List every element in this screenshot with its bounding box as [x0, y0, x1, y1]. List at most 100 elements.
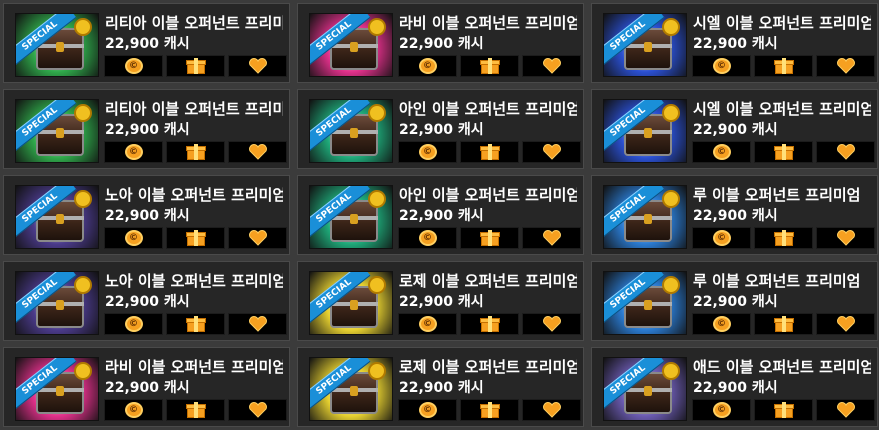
item-card[interactable]: SPECIAL 라비 이블 오퍼넌트 프리미엄 22,900 캐시 ©	[3, 347, 290, 427]
coin-icon: ©	[418, 316, 437, 332]
wish-button[interactable]	[522, 141, 581, 163]
item-thumbnail[interactable]: SPECIAL	[15, 99, 99, 163]
item-price: 22,900 캐시	[105, 122, 190, 138]
wish-button[interactable]	[522, 55, 581, 77]
item-card[interactable]: SPECIAL 애드 이블 오퍼넌트 프리미엄 22,900 캐시 ©	[591, 347, 878, 427]
item-title[interactable]: 리티아 이블 오퍼넌트 프리미엄	[105, 13, 283, 33]
wish-button[interactable]	[816, 313, 875, 335]
buy-button[interactable]: ©	[398, 141, 457, 163]
item-thumbnail[interactable]: SPECIAL	[309, 185, 393, 249]
item-card[interactable]: SPECIAL 노아 이블 오퍼넌트 프리미엄 22,900 캐시 ©	[3, 261, 290, 341]
item-card[interactable]: SPECIAL 노아 이블 오퍼넌트 프리미엄 22,900 캐시 ©	[3, 175, 290, 255]
gift-button[interactable]	[460, 399, 519, 421]
item-title[interactable]: 라비 이블 오퍼넌트 프리미엄	[399, 13, 577, 33]
gift-button[interactable]	[754, 55, 813, 77]
buy-button[interactable]: ©	[398, 399, 457, 421]
wish-button[interactable]	[228, 313, 287, 335]
gift-button[interactable]	[166, 227, 225, 249]
item-thumbnail[interactable]: SPECIAL	[15, 271, 99, 335]
item-thumbnail[interactable]: SPECIAL	[15, 357, 99, 421]
item-card[interactable]: SPECIAL 리티아 이블 오퍼넌트 프리미엄 22,900 캐시 ©	[3, 89, 290, 169]
item-card[interactable]: SPECIAL 아인 이블 오퍼넌트 프리미엄 22,900 캐시 ©	[297, 175, 584, 255]
item-card[interactable]: SPECIAL 라비 이블 오퍼넌트 프리미엄 22,900 캐시 ©	[297, 3, 584, 83]
wish-button[interactable]	[228, 55, 287, 77]
buy-button[interactable]: ©	[104, 55, 163, 77]
buy-button[interactable]: ©	[104, 399, 163, 421]
item-title[interactable]: 로제 이블 오퍼넌트 프리미엄	[399, 271, 577, 291]
item-card[interactable]: SPECIAL 루 이블 오퍼넌트 프리미엄 22,900 캐시 ©	[591, 175, 878, 255]
gift-button[interactable]	[754, 141, 813, 163]
buy-button[interactable]: ©	[692, 399, 751, 421]
buy-button[interactable]: ©	[104, 141, 163, 163]
item-card[interactable]: SPECIAL 시엘 이블 오퍼넌트 프리미엄 22,900 캐시 ©	[591, 3, 878, 83]
item-price: 22,900 캐시	[399, 208, 484, 224]
gift-button[interactable]	[754, 227, 813, 249]
wish-button[interactable]	[816, 141, 875, 163]
item-title[interactable]: 라비 이블 오퍼넌트 프리미엄	[105, 357, 283, 377]
item-thumbnail[interactable]: SPECIAL	[15, 185, 99, 249]
gift-button[interactable]	[166, 313, 225, 335]
item-thumbnail[interactable]: SPECIAL	[603, 271, 687, 335]
coin-icon: ©	[124, 230, 143, 246]
gift-button[interactable]	[460, 227, 519, 249]
item-title[interactable]: 시엘 이블 오퍼넌트 프리미엄	[693, 99, 871, 119]
gift-button[interactable]	[754, 313, 813, 335]
item-thumbnail[interactable]: SPECIAL	[603, 357, 687, 421]
item-price: 22,900 캐시	[693, 380, 778, 396]
wish-button[interactable]	[816, 399, 875, 421]
item-thumbnail[interactable]: SPECIAL	[309, 99, 393, 163]
item-title[interactable]: 리티아 이블 오퍼넌트 프리미엄	[105, 99, 283, 119]
gift-button[interactable]	[166, 141, 225, 163]
wish-button[interactable]	[522, 227, 581, 249]
item-title[interactable]: 루 이블 오퍼넌트 프리미엄	[693, 271, 871, 291]
buy-button[interactable]: ©	[692, 313, 751, 335]
buy-button[interactable]: ©	[398, 227, 457, 249]
gift-button[interactable]	[460, 141, 519, 163]
item-title[interactable]: 아인 이블 오퍼넌트 프리미엄	[399, 185, 577, 205]
item-card[interactable]: SPECIAL 로제 이블 오퍼넌트 프리미엄 22,900 캐시 ©	[297, 261, 584, 341]
item-title[interactable]: 아인 이블 오퍼넌트 프리미엄	[399, 99, 577, 119]
item-thumbnail[interactable]: SPECIAL	[603, 13, 687, 77]
item-title[interactable]: 루 이블 오퍼넌트 프리미엄	[693, 185, 871, 205]
item-title[interactable]: 노아 이블 오퍼넌트 프리미엄	[105, 185, 283, 205]
item-thumbnail[interactable]: SPECIAL	[15, 13, 99, 77]
item-thumbnail[interactable]: SPECIAL	[309, 357, 393, 421]
medal-icon	[74, 190, 92, 208]
item-card[interactable]: SPECIAL 시엘 이블 오퍼넌트 프리미엄 22,900 캐시 ©	[591, 89, 878, 169]
item-card[interactable]: SPECIAL 로제 이블 오퍼넌트 프리미엄 22,900 캐시 ©	[297, 347, 584, 427]
wish-button[interactable]	[816, 55, 875, 77]
gift-button[interactable]	[460, 313, 519, 335]
item-thumbnail[interactable]: SPECIAL	[603, 99, 687, 163]
item-title[interactable]: 로제 이블 오퍼넌트 프리미엄	[399, 357, 577, 377]
coin-icon: ©	[712, 230, 731, 246]
coin-icon: ©	[712, 144, 731, 160]
buy-button[interactable]: ©	[104, 227, 163, 249]
wish-button[interactable]	[228, 227, 287, 249]
item-title[interactable]: 애드 이블 오퍼넌트 프리미엄	[693, 357, 871, 377]
item-thumbnail[interactable]: SPECIAL	[603, 185, 687, 249]
buy-button[interactable]: ©	[692, 227, 751, 249]
buy-button[interactable]: ©	[398, 55, 457, 77]
buy-button[interactable]: ©	[398, 313, 457, 335]
wish-button[interactable]	[522, 313, 581, 335]
gift-icon	[185, 316, 206, 332]
wish-button[interactable]	[228, 141, 287, 163]
gift-button[interactable]	[460, 55, 519, 77]
buy-button[interactable]: ©	[692, 141, 751, 163]
wish-button[interactable]	[816, 227, 875, 249]
item-thumbnail[interactable]: SPECIAL	[309, 271, 393, 335]
wish-button[interactable]	[522, 399, 581, 421]
gift-button[interactable]	[166, 399, 225, 421]
item-thumbnail[interactable]: SPECIAL	[309, 13, 393, 77]
item-card[interactable]: SPECIAL 루 이블 오퍼넌트 프리미엄 22,900 캐시 ©	[591, 261, 878, 341]
item-card[interactable]: SPECIAL 아인 이블 오퍼넌트 프리미엄 22,900 캐시 ©	[297, 89, 584, 169]
heart-icon	[248, 58, 268, 74]
gift-button[interactable]	[754, 399, 813, 421]
item-title[interactable]: 시엘 이블 오퍼넌트 프리미엄	[693, 13, 871, 33]
buy-button[interactable]: ©	[104, 313, 163, 335]
gift-button[interactable]	[166, 55, 225, 77]
item-title[interactable]: 노아 이블 오퍼넌트 프리미엄	[105, 271, 283, 291]
buy-button[interactable]: ©	[692, 55, 751, 77]
item-card[interactable]: SPECIAL 리티아 이블 오퍼넌트 프리미엄 22,900 캐시 ©	[3, 3, 290, 83]
wish-button[interactable]	[228, 399, 287, 421]
